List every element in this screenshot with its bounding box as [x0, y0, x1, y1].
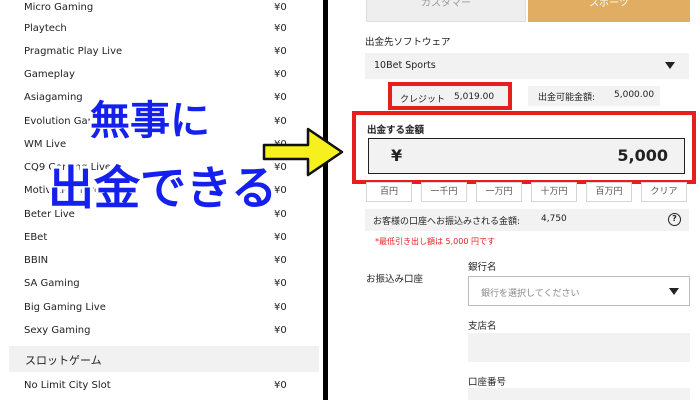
provider-name: No Limit City Slot [24, 380, 111, 391]
software-label: 出金先ソフトウェア [365, 37, 451, 48]
provider-name: BBIN [24, 255, 49, 266]
provider-balance: ¥0 [274, 2, 287, 13]
quick-amount-1000-button[interactable]: 一千円 [421, 182, 467, 202]
provider-row: Micro Gaming ¥0 [0, 0, 322, 20]
branch-name-input[interactable] [468, 333, 690, 362]
provider-row: Sexy Gaming ¥0 [0, 321, 322, 343]
branch-name-label: 支店名 [468, 321, 497, 332]
provider-balance: ¥0 [274, 232, 287, 243]
received-value: 4,750 [541, 214, 567, 224]
credit-label: クレジット [400, 95, 446, 105]
provider-row: EBet ¥0 [0, 228, 322, 250]
quick-amount-1000000-button[interactable]: 百万円 [586, 182, 632, 202]
account-number-input[interactable] [468, 388, 690, 400]
chevron-down-icon [669, 288, 679, 295]
quick-amount-100000-button[interactable]: 十万円 [531, 182, 577, 202]
available-value: 5,000.00 [614, 90, 655, 100]
tab-customer[interactable]: カスタマー [366, 0, 526, 22]
provider-row: SA Gaming ¥0 [0, 274, 322, 296]
provider-row: Playtech ¥0 [0, 19, 322, 41]
chevron-down-icon [665, 62, 675, 69]
withdraw-form: カスタマー スポーツ 出金先ソフトウェア 10Bet Sports クレジット … [328, 0, 700, 400]
withdraw-amount-label: 出金する金額 [367, 125, 425, 136]
provider-name: Sexy Gaming [24, 325, 91, 336]
withdraw-amount-value: 5,000 [617, 146, 668, 165]
provider-balance: ¥0 [274, 380, 287, 391]
arrow-right-icon [262, 127, 344, 177]
bank-select-placeholder: 銀行を選択してください [481, 289, 580, 299]
provider-balance: ¥0 [274, 325, 287, 336]
minimum-withdraw-note: *最低引き出し額は 5,000 円です [375, 237, 495, 246]
provider-balance: ¥0 [274, 255, 287, 266]
provider-name: Micro Gaming [24, 2, 94, 13]
received-label: お客様の口座へお振込みされる金額: [373, 217, 521, 227]
provider-balance: ¥0 [274, 302, 287, 313]
provider-balance: ¥0 [274, 278, 287, 289]
overlay-caption-line2: 出金できる [48, 161, 278, 215]
bank-name-label: 銀行名 [468, 262, 497, 273]
available-label: 出金可能金額: [538, 93, 596, 103]
available-amount-display: 出金可能金額: 5,000.00 [528, 86, 660, 106]
provider-name: EBet [24, 232, 48, 243]
withdraw-amount-input[interactable]: ¥ 5,000 [368, 138, 685, 174]
provider-row: Pragmatic Play Live ¥0 [0, 42, 322, 64]
bank-select[interactable]: 銀行を選択してください [468, 276, 690, 306]
currency-symbol: ¥ [391, 146, 403, 165]
slot-section-title: スロットゲーム [25, 354, 102, 367]
provider-name: Asiagaming [24, 92, 83, 103]
provider-row: Gameplay ¥0 [0, 65, 322, 87]
bank-account-section-label: お振込み口座 [366, 274, 424, 285]
overlay-caption-line1: 無事に [90, 98, 210, 144]
help-icon[interactable]: ? [668, 213, 681, 226]
provider-name: Big Gaming Live [24, 302, 106, 313]
received-amount-display: お客様の口座へお振込みされる金額: 4,750 ? [365, 209, 689, 231]
account-number-label: 口座番号 [468, 377, 507, 388]
provider-name: WM Live [24, 139, 67, 150]
withdraw-amount-highlight: 出金する金額 ¥ 5,000 [352, 111, 696, 184]
provider-balance: ¥0 [274, 23, 287, 34]
provider-balance: ¥0 [274, 92, 287, 103]
provider-balance: ¥0 [274, 46, 287, 57]
clear-button[interactable]: クリア [641, 182, 687, 202]
quick-amount-10000-button[interactable]: 一万円 [476, 182, 522, 202]
credit-display: クレジット 5,019.00 [388, 82, 512, 110]
provider-row: BBIN ¥0 [0, 251, 322, 273]
software-select[interactable]: 10Bet Sports [365, 53, 689, 79]
provider-name: Pragmatic Play Live [24, 46, 123, 57]
provider-name: SA Gaming [24, 278, 80, 289]
tab-sports[interactable]: スポーツ [528, 0, 690, 22]
credit-value: 5,019.00 [454, 92, 495, 102]
slot-games-section-header[interactable]: スロットゲーム [9, 346, 319, 372]
provider-name: Gameplay [24, 69, 75, 80]
software-selected-value: 10Bet Sports [374, 60, 436, 71]
provider-balance: ¥0 [274, 69, 287, 80]
provider-name: Playtech [24, 23, 67, 34]
provider-row: Big Gaming Live ¥0 [0, 298, 322, 320]
quick-amount-100-button[interactable]: 百円 [366, 182, 412, 202]
provider-row: No Limit City Slot ¥0 [0, 376, 322, 398]
